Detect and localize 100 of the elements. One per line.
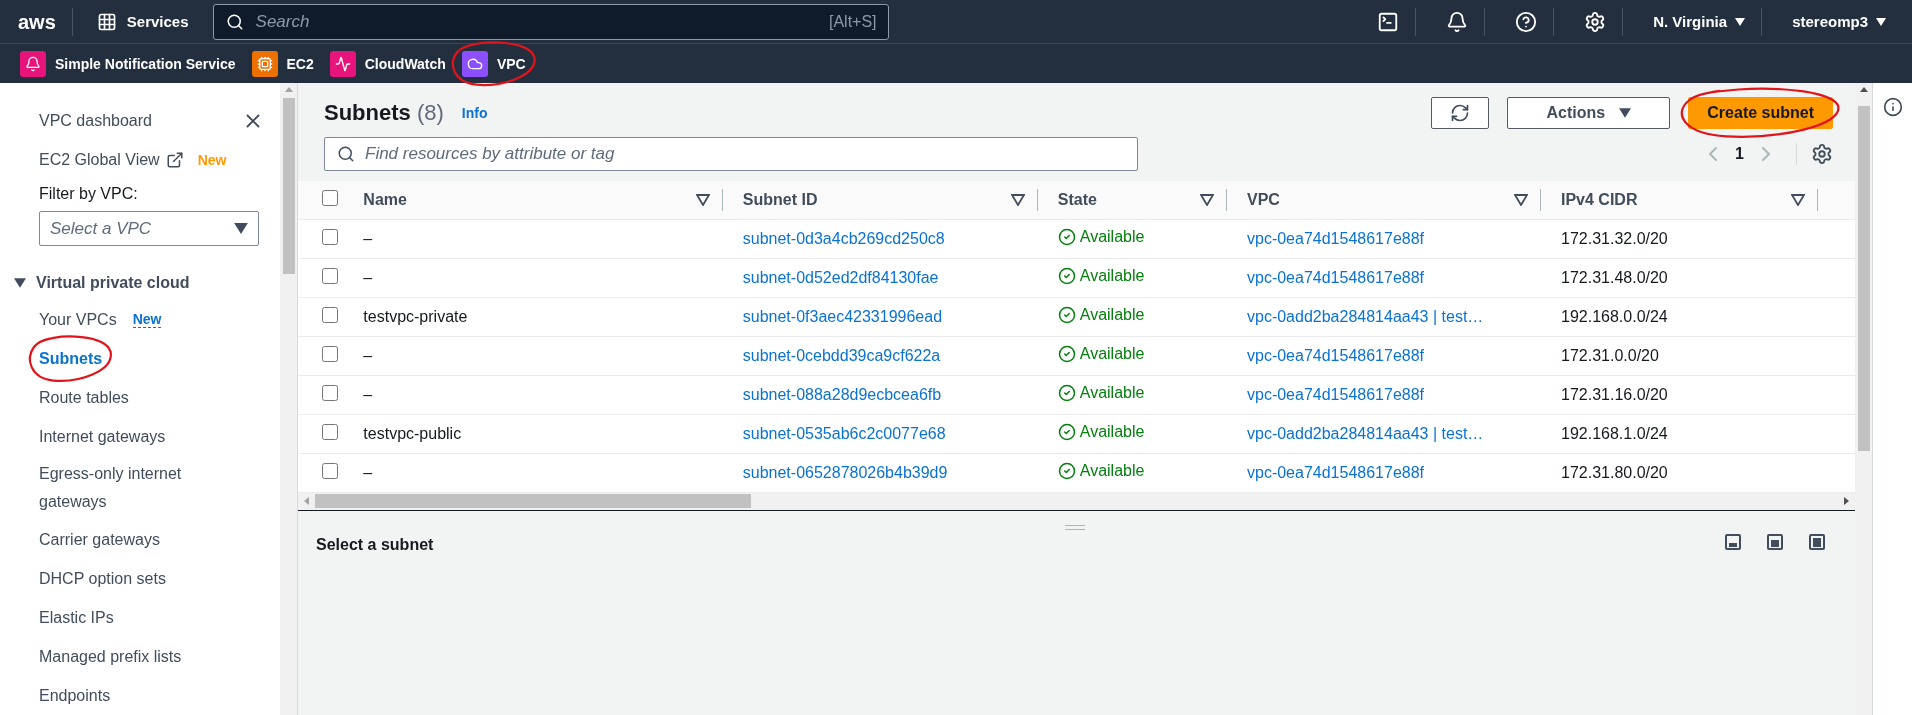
shortcut-hint: [Alt+S]: [828, 12, 877, 31]
subnet-link[interactable]: subnet-0535ab6c2c0077e68: [742, 424, 946, 442]
nav-link[interactable]: EC2 Global View: [39, 145, 184, 174]
favorite-link[interactable]: Simple Notification Service: [20, 50, 236, 77]
table-cell: 172.31.80.0/20: [1561, 463, 1668, 481]
nav-link[interactable]: Endpoints: [39, 681, 111, 710]
vpc-link[interactable]: vpc-0ea74d1548617e88f: [1247, 229, 1425, 247]
table-cell: 192.168.0.0/24: [1561, 307, 1668, 325]
sort-icon[interactable]: [1200, 193, 1214, 206]
aws-logo[interactable]: aws: [18, 7, 73, 36]
vpc-link[interactable]: vpc-0add2ba284814aa43 | test…: [1247, 424, 1484, 442]
favorite-link[interactable]: EC2: [251, 50, 314, 77]
caret-icon: [1876, 17, 1886, 26]
subnet-link[interactable]: subnet-0cebdd39ca9cf622a: [742, 346, 941, 364]
info-link[interactable]: Info: [461, 105, 488, 121]
vpc-link[interactable]: vpc-0ea74d1548617e88f: [1247, 463, 1425, 481]
nav-link[interactable]: DHCP option sets: [39, 564, 166, 593]
sort-icon[interactable]: [1514, 193, 1528, 206]
actions-button[interactable]: Actions: [1507, 97, 1671, 129]
vpc-link[interactable]: vpc-0add2ba284814aa43 | test…: [1247, 307, 1484, 325]
caret-icon: [1619, 108, 1632, 118]
column-header[interactable]: State: [1057, 190, 1097, 209]
nav-link[interactable]: Egress-only internet gateways: [39, 460, 244, 517]
new-label: New: [197, 151, 227, 168]
row-checkbox[interactable]: [322, 306, 338, 323]
status-label: Available: [1057, 227, 1145, 246]
status-label: Available: [1057, 422, 1145, 441]
column-header[interactable]: Subnet ID: [742, 190, 818, 209]
table-cell: 172.31.48.0/20: [1561, 268, 1668, 286]
table-cell: testvpc-private: [363, 307, 468, 325]
services-menu[interactable]: Services: [86, 11, 199, 32]
row-checkbox[interactable]: [322, 345, 338, 362]
check-circle-icon: [1057, 305, 1076, 324]
row-checkbox[interactable]: [322, 384, 338, 401]
nav-link[interactable]: Carrier gateways: [39, 525, 160, 554]
table-cell: –: [363, 463, 373, 481]
sort-icon[interactable]: [1790, 193, 1805, 206]
column-header[interactable]: VPC: [1247, 190, 1280, 209]
vpc-link[interactable]: vpc-0ea74d1548617e88f: [1247, 268, 1425, 286]
check-circle-icon: [1057, 383, 1076, 402]
vpc-select[interactable]: Select a VPC: [39, 211, 259, 247]
subnet-link[interactable]: subnet-088a28d9ecbcea6fb: [742, 385, 942, 403]
nav-link[interactable]: Route tables: [39, 383, 129, 412]
select-all-checkbox[interactable]: [322, 189, 338, 206]
grid-icon: [96, 11, 117, 32]
resize-handle[interactable]: [1064, 524, 1085, 530]
favorite-link[interactable]: VPC: [461, 50, 526, 77]
caret-down-icon: [14, 278, 26, 289]
filter-field[interactable]: Find resources by attribute or tag: [324, 137, 1138, 171]
external-link-icon: [165, 150, 184, 169]
nav-link[interactable]: VPC dashboard: [39, 106, 152, 135]
row-checkbox[interactable]: [322, 423, 338, 440]
table-cell: –: [363, 229, 373, 247]
scrollbar-thumb[interactable]: [1857, 106, 1870, 451]
check-circle-icon: [1057, 461, 1076, 480]
info-icon[interactable]: [1882, 97, 1903, 117]
sort-icon[interactable]: [1010, 193, 1025, 206]
row-checkbox[interactable]: [322, 267, 338, 284]
page-number[interactable]: 1: [1735, 145, 1744, 163]
scrollbar-thumb[interactable]: [315, 494, 751, 508]
scrollbar-thumb[interactable]: [282, 98, 295, 274]
new-label[interactable]: New: [132, 311, 162, 329]
refresh-button[interactable]: [1431, 97, 1490, 129]
favorite-link[interactable]: CloudWatch: [329, 50, 446, 77]
status-label: Available: [1057, 383, 1145, 402]
status-label: Available: [1057, 305, 1145, 324]
refresh-icon: [1450, 103, 1471, 123]
column-header[interactable]: Name: [363, 190, 407, 209]
caret-icon: [1735, 17, 1746, 26]
status-label: Available: [1057, 266, 1145, 285]
scroll-up-icon[interactable]: [1859, 87, 1868, 92]
create-subnet-button[interactable]: Create subnet: [1688, 97, 1833, 129]
caret-icon: [234, 223, 248, 234]
nav-link[interactable]: Managed prefix lists: [39, 642, 182, 671]
nav-link[interactable]: Elastic IPs: [39, 603, 114, 632]
status-label: Available: [1057, 344, 1145, 363]
column-header[interactable]: IPv4 CIDR: [1561, 190, 1638, 209]
page-title: Subnets (8): [324, 100, 444, 126]
sort-icon[interactable]: [695, 193, 710, 206]
status-label: Available: [1057, 461, 1145, 480]
nav-link[interactable]: Subnets: [39, 344, 103, 373]
scroll-right-icon[interactable]: [1844, 497, 1849, 505]
check-circle-icon: [1057, 344, 1076, 363]
table-cell: 192.168.1.0/24: [1561, 424, 1668, 442]
row-checkbox[interactable]: [322, 462, 338, 479]
table-cell: –: [363, 385, 373, 403]
row-checkbox[interactable]: [322, 228, 338, 245]
account-menu[interactable]: stereomp3: [1776, 7, 1902, 36]
region-menu[interactable]: N. Virginia: [1637, 7, 1763, 36]
subnet-link[interactable]: subnet-0652878026b4b39d9: [742, 463, 948, 481]
split-panel-title: Select a subnet: [316, 535, 434, 554]
vpc-link[interactable]: vpc-0ea74d1548617e88f: [1247, 385, 1425, 403]
subnet-link[interactable]: subnet-0d52ed2df84130fae: [742, 268, 939, 286]
subnet-link[interactable]: subnet-0d3a4cb269cd250c8: [742, 229, 945, 247]
vpc-link[interactable]: vpc-0ea74d1548617e88f: [1247, 346, 1425, 364]
subnet-link[interactable]: subnet-0f3aec42331996ead: [742, 307, 943, 325]
nav-link[interactable]: Internet gateways: [39, 422, 166, 451]
table-cell: 172.31.0.0/20: [1561, 346, 1659, 364]
nav-link[interactable]: Your VPCs: [39, 305, 117, 334]
section-toggle[interactable]: Virtual private cloud: [0, 246, 280, 301]
